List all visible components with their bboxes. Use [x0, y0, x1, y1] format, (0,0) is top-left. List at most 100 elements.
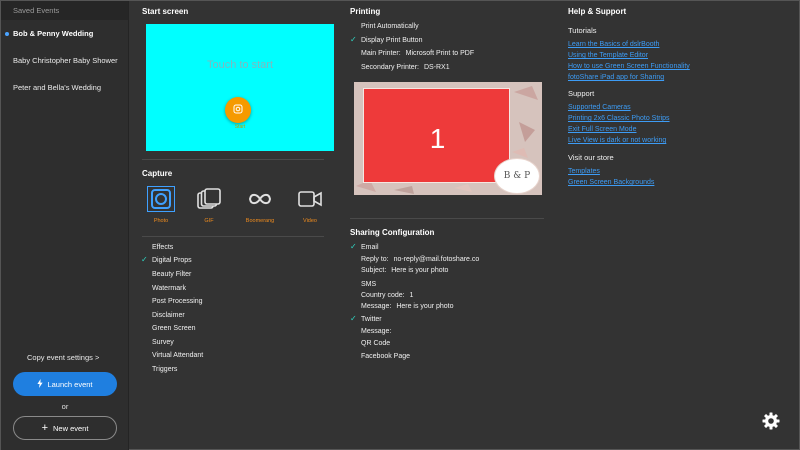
- display-print-button-option[interactable]: Display Print Button: [361, 37, 422, 44]
- plus-icon: +: [41, 421, 48, 434]
- feature-post-processing[interactable]: Post Processing: [152, 298, 203, 305]
- help-support-title: Help & Support: [568, 7, 627, 16]
- subject-label: Subject:: [361, 267, 387, 274]
- start-button-label: Start: [234, 124, 246, 130]
- feature-disclaimer[interactable]: Disclaimer: [152, 312, 185, 319]
- capture-mode-label: Boomerang: [245, 218, 275, 224]
- store-heading: Visit our store: [568, 153, 614, 162]
- settings-gear-icon[interactable]: [761, 411, 781, 431]
- capture-mode-label: GIF: [204, 218, 214, 224]
- camera-icon: [147, 186, 175, 212]
- sms-message-row[interactable]: Message: Here is your photo: [361, 303, 454, 310]
- email-subject-row[interactable]: Subject: Here is your photo: [361, 267, 448, 274]
- tutorial-link-basics[interactable]: Learn the Basics of dslrBooth: [568, 41, 659, 48]
- event-item-label: Peter and Bella's Wedding: [13, 83, 102, 92]
- sharing-facebook-option[interactable]: Facebook Page: [361, 353, 410, 360]
- main-printer-row[interactable]: Main Printer: Microsoft Print to PDF: [361, 50, 474, 57]
- sms-message-label: Message:: [361, 303, 392, 310]
- touch-to-start-text: Touch to start: [206, 59, 274, 71]
- divider: [142, 159, 324, 160]
- app-window: Saved Events Bob & Penny Wedding Baby Ch…: [0, 0, 800, 450]
- country-code-label: Country code:: [361, 292, 405, 299]
- tutorial-link-green-screen[interactable]: How to use Green Screen Functionality: [568, 63, 690, 70]
- launch-event-button[interactable]: Launch event: [13, 372, 117, 396]
- sharing-qr-code-option[interactable]: QR Code: [361, 340, 390, 347]
- support-link-exit-fullscreen[interactable]: Exit Full Screen Mode: [568, 126, 636, 133]
- saved-events-header: Saved Events: [1, 1, 128, 20]
- feature-digital-props[interactable]: Digital Props: [152, 257, 192, 264]
- secondary-printer-label: Secondary Printer:: [361, 64, 419, 71]
- reply-to-label: Reply to:: [361, 256, 389, 263]
- start-screen-preview[interactable]: Touch to start Start: [146, 24, 334, 151]
- support-link-photo-strips[interactable]: Printing 2x6 Classic Photo Strips: [568, 115, 670, 122]
- country-code-value: 1: [409, 292, 414, 299]
- sms-country-code-row[interactable]: Country code: 1: [361, 292, 413, 299]
- checkmark-icon: ✓: [350, 242, 357, 251]
- store-link-templates[interactable]: Templates: [568, 168, 600, 175]
- lightning-icon: [37, 378, 44, 390]
- tutorial-link-fotoshare-ipad[interactable]: fotoShare iPad app for Sharing: [568, 74, 664, 81]
- capture-mode-boomerang[interactable]: Boomerang: [242, 186, 278, 224]
- event-item-label: Bob & Penny Wedding: [13, 29, 94, 38]
- camera-icon: [233, 104, 243, 116]
- store-link-green-screen-backgrounds[interactable]: Green Screen Backgrounds: [568, 179, 654, 186]
- checkmark-icon: ✓: [141, 255, 148, 264]
- start-button[interactable]: [225, 97, 251, 123]
- secondary-printer-row[interactable]: Secondary Printer: DS-RX1: [361, 64, 450, 71]
- sms-message-value: Here is your photo: [396, 303, 454, 310]
- feature-virtual-attendant[interactable]: Virtual Attendant: [152, 352, 203, 359]
- sharing-twitter-option[interactable]: Twitter: [361, 316, 382, 323]
- or-separator: or: [61, 402, 69, 411]
- checkmark-icon: ✓: [350, 35, 357, 44]
- start-screen-title: Start screen: [142, 7, 189, 16]
- launch-event-label: Launch event: [47, 379, 93, 389]
- print-automatically-option[interactable]: Print Automatically: [361, 23, 419, 30]
- new-event-button[interactable]: + New event: [13, 416, 117, 440]
- reply-to-value: no-reply@mail.fotoshare.co: [393, 256, 480, 263]
- saved-events-sidebar: Saved Events Bob & Penny Wedding Baby Ch…: [1, 1, 129, 450]
- checkmark-icon: ✓: [350, 314, 357, 323]
- gif-stack-icon: [195, 186, 223, 212]
- capture-mode-photo[interactable]: Photo: [143, 186, 179, 224]
- copy-event-settings-link[interactable]: Copy event settings >: [27, 353, 99, 362]
- sharing-sms-option[interactable]: SMS: [361, 281, 376, 288]
- capture-mode-label: Photo: [153, 218, 169, 224]
- event-item-baby-christopher[interactable]: Baby Christopher Baby Shower: [1, 47, 128, 74]
- feature-survey[interactable]: Survey: [152, 339, 174, 346]
- sharing-configuration-title: Sharing Configuration: [350, 228, 435, 237]
- print-template-preview[interactable]: 1 B & P: [354, 82, 542, 195]
- new-event-label: New event: [53, 423, 89, 433]
- feature-watermark[interactable]: Watermark: [152, 285, 186, 292]
- infinity-icon: [246, 186, 274, 212]
- support-link-live-view[interactable]: Live View is dark or not working: [568, 137, 666, 144]
- event-item-label: Baby Christopher Baby Shower: [13, 56, 118, 65]
- tutorials-heading: Tutorials: [568, 26, 597, 35]
- divider: [350, 218, 544, 219]
- support-link-cameras[interactable]: Supported Cameras: [568, 104, 631, 111]
- email-reply-to-row[interactable]: Reply to: no-reply@mail.fotoshare.co: [361, 256, 479, 263]
- photo-placeholder: 1: [363, 88, 510, 183]
- main-printer-label: Main Printer:: [361, 50, 401, 57]
- active-indicator-dot: [5, 32, 9, 36]
- support-heading: Support: [568, 89, 595, 98]
- feature-green-screen[interactable]: Green Screen: [152, 325, 196, 332]
- capture-title: Capture: [142, 169, 173, 178]
- capture-mode-video[interactable]: Video: [292, 186, 328, 224]
- capture-mode-label: Video: [303, 218, 317, 224]
- twitter-message-row[interactable]: Message:: [361, 328, 391, 335]
- video-camera-icon: [296, 186, 324, 212]
- subject-value: Here is your photo: [391, 267, 449, 274]
- tutorial-link-template-editor[interactable]: Using the Template Editor: [568, 52, 648, 59]
- capture-mode-gif[interactable]: GIF: [191, 186, 227, 224]
- event-item-bob-penny[interactable]: Bob & Penny Wedding: [1, 20, 128, 47]
- photo-slot-number: 1: [429, 123, 446, 154]
- sharing-email-option[interactable]: Email: [361, 244, 379, 251]
- monogram-badge: B & P: [494, 158, 540, 194]
- main-printer-value: Microsoft Print to PDF: [405, 50, 475, 57]
- feature-beauty-filter[interactable]: Beauty Filter: [152, 271, 191, 278]
- feature-triggers[interactable]: Triggers: [152, 366, 177, 373]
- divider: [142, 236, 324, 237]
- feature-effects[interactable]: Effects: [152, 244, 173, 251]
- secondary-printer-value: DS-RX1: [423, 64, 450, 71]
- event-item-peter-bella[interactable]: Peter and Bella's Wedding: [1, 74, 128, 101]
